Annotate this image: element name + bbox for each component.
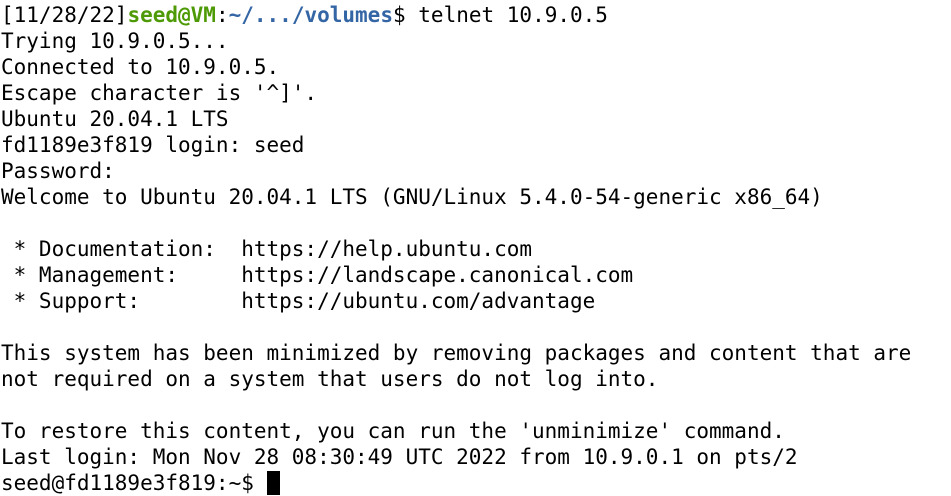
prompt-separator: : [215, 3, 229, 27]
shell-prompt-line[interactable]: seed@fd1189e3f819:~$ [1, 470, 951, 496]
output-line: * Documentation: https://help.ubuntu.com [1, 237, 533, 261]
prompt-user-host: seed@VM [127, 3, 216, 27]
prompt-path: ~/.../volumes [228, 3, 393, 27]
prompt-line: [11/28/22]seed@VM:~/.../volumes$ telnet … [1, 2, 951, 28]
output-line: Ubuntu 20.04.1 LTS [1, 107, 229, 131]
command-text: telnet 10.9.0.5 [418, 3, 608, 27]
output-line: * Management: https://landscape.canonica… [1, 263, 634, 287]
output-line: Trying 10.9.0.5... [1, 29, 229, 53]
output-line: Last login: Mon Nov 28 08:30:49 UTC 2022… [1, 445, 798, 469]
text-cursor [266, 471, 280, 495]
output-line: fd1189e3f819 login: seed [1, 133, 305, 157]
output-line: This system has been minimized by removi… [1, 341, 912, 365]
output-line: Connected to 10.9.0.5. [1, 55, 280, 79]
output-line: Welcome to Ubuntu 20.04.1 LTS (GNU/Linux… [1, 185, 823, 209]
shell-prompt: seed@fd1189e3f819:~$ [1, 471, 267, 495]
prompt-date: [11/28/22] [1, 3, 128, 27]
output-line: not required on a system that users do n… [1, 367, 659, 391]
terminal-window[interactable]: [11/28/22]seed@VM:~/.../volumes$ telnet … [0, 0, 951, 496]
prompt-symbol: $ [392, 3, 419, 27]
output-line: * Support: https://ubuntu.com/advantage [1, 289, 596, 313]
output-line: To restore this content, you can run the… [1, 419, 785, 443]
output-line: Password: [1, 159, 115, 183]
output-line: Escape character is '^]'. [1, 81, 318, 105]
